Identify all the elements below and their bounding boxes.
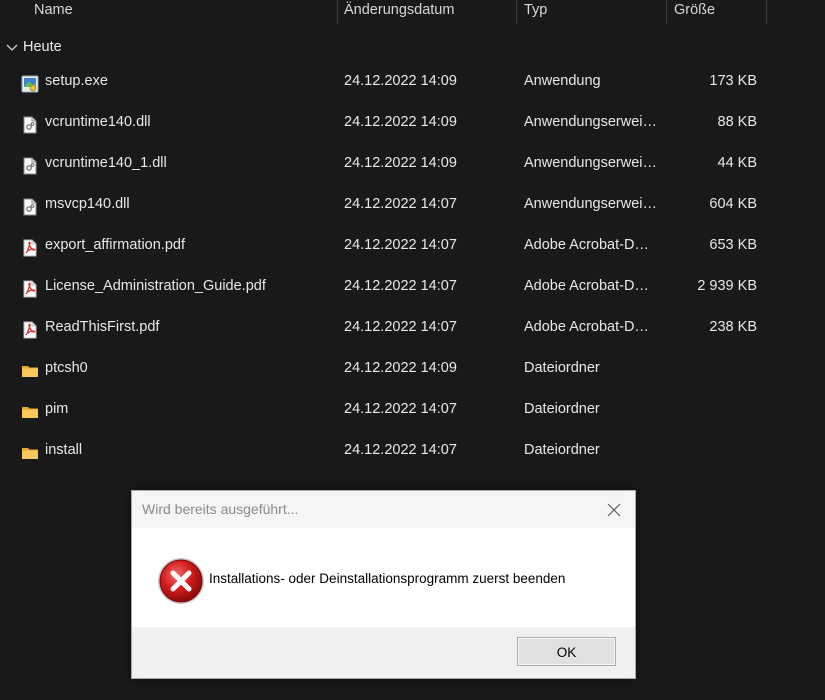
error-dialog: Wird bereits ausgeführt... Installations… [131,490,636,679]
group-label: Heute [23,39,62,55]
file-size: 88 KB [717,114,758,130]
file-date: 24.12.2022 14:09 [344,155,457,171]
column-header-date[interactable]: Änderungsdatum [344,0,454,24]
error-icon [158,558,204,604]
file-type: Adobe Acrobat-D… [524,278,649,294]
file-type: Dateiordner [524,442,600,458]
file-type: Anwendungserwei… [524,114,656,130]
file-date: 24.12.2022 14:09 [344,73,457,89]
file-row[interactable]: License_Administration_Guide.pdf 24.12.20… [0,269,825,303]
file-date: 24.12.2022 14:07 [344,196,457,212]
column-divider[interactable] [516,0,517,24]
column-header-size[interactable]: Größe [674,0,715,24]
file-name: export_affirmation.pdf [45,237,185,253]
file-name: install [45,442,83,458]
column-divider[interactable] [766,0,767,24]
file-date: 24.12.2022 14:09 [344,360,457,376]
dll-file-icon [21,195,39,216]
file-name: setup.exe [45,73,108,89]
file-type: Anwendung [524,73,601,89]
file-type: Anwendungserwei… [524,196,656,212]
file-type: Anwendungserwei… [524,155,656,171]
file-row[interactable]: ptcsh0 24.12.2022 14:09 Dateiordner [0,351,825,385]
file-size: 44 KB [717,155,758,171]
file-size: 2 939 KB [697,278,757,294]
file-date: 24.12.2022 14:07 [344,401,457,417]
file-date: 24.12.2022 14:09 [344,114,457,130]
file-size: 653 KB [709,237,757,253]
file-date: 24.12.2022 14:07 [344,237,457,253]
file-row[interactable]: install 24.12.2022 14:07 Dateiordner [0,433,825,467]
file-date: 24.12.2022 14:07 [344,319,457,335]
ok-button[interactable]: OK [517,637,616,666]
file-name: vcruntime140.dll [45,114,151,130]
folder-icon [21,359,39,377]
close-button[interactable] [603,499,625,521]
file-type: Adobe Acrobat-D… [524,319,649,335]
close-icon [607,503,621,517]
column-divider[interactable] [666,0,667,24]
file-row[interactable]: pim 24.12.2022 14:07 Dateiordner [0,392,825,426]
file-size: 238 KB [709,319,757,335]
file-name: vcruntime140_1.dll [45,155,167,171]
file-name: License_Administration_Guide.pdf [45,278,266,294]
file-name: pim [45,401,69,417]
file-row[interactable]: vcruntime140_1.dll 24.12.2022 14:09 Anwend… [0,146,825,180]
setup-exe-icon [21,72,39,93]
pdf-file-icon [21,277,39,298]
file-type: Dateiordner [524,401,600,417]
file-type: Adobe Acrobat-D… [524,237,649,253]
file-size: 173 KB [709,73,757,89]
dll-file-icon [21,154,39,175]
file-row[interactable]: export_affirmation.pdf 24.12.2022 14:07 Ad… [0,228,825,262]
dialog-title-bar[interactable]: Wird bereits ausgeführt... [132,491,635,528]
file-date: 24.12.2022 14:07 [344,278,457,294]
file-size: 604 KB [709,196,757,212]
folder-icon [21,400,39,418]
file-row[interactable]: ReadThisFirst.pdf 24.12.2022 14:07 Adobe A… [0,310,825,344]
file-type: Dateiordner [524,360,600,376]
group-header-today[interactable]: Heute [5,36,62,58]
file-row[interactable]: vcruntime140.dll 24.12.2022 14:09 Anwendun… [0,105,825,139]
column-header-name[interactable]: Name [34,0,73,24]
file-name: msvcp140.dll [45,196,130,212]
pdf-file-icon [21,236,39,257]
file-name: ptcsh0 [45,360,88,376]
column-divider[interactable] [337,0,338,24]
chevron-down-icon [6,44,18,51]
file-name: ReadThisFirst.pdf [45,319,160,335]
pdf-file-icon [21,318,39,339]
dll-file-icon [21,113,39,134]
dialog-message: Installations- oder Deinstallationsprogr… [209,571,566,586]
file-row[interactable]: setup.exe 24.12.2022 14:09 Anwendung 173 KB [0,64,825,98]
column-header: Name Änderungsdatum Typ Größe [0,0,825,26]
dialog-title: Wird bereits ausgeführt... [142,501,299,517]
file-row[interactable]: msvcp140.dll 24.12.2022 14:07 Anwendungser… [0,187,825,221]
dialog-body: Installations- oder Deinstallationsprogr… [132,528,635,627]
folder-icon [21,441,39,459]
column-header-type[interactable]: Typ [524,0,547,24]
file-date: 24.12.2022 14:07 [344,442,457,458]
